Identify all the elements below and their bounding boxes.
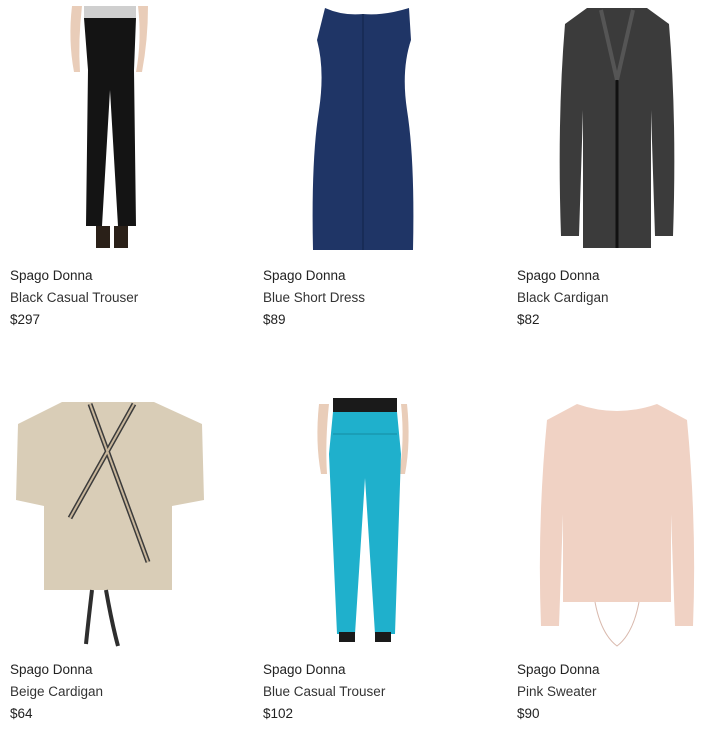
product-brand[interactable]: Spago Donna — [10, 268, 93, 283]
product-brand[interactable]: Spago Donna — [517, 268, 600, 283]
product-card[interactable]: Spago Donna Black Cardigan $82 — [517, 0, 702, 340]
product-brand[interactable]: Spago Donna — [10, 662, 93, 677]
product-image-turquoise-trouser[interactable] — [263, 394, 483, 652]
product-price: $102 — [263, 706, 294, 721]
product-price: $89 — [263, 312, 286, 327]
product-card[interactable]: Spago Donna Pink Sweater $90 — [517, 394, 702, 734]
product-name[interactable]: Black Cardigan — [517, 290, 609, 305]
product-name[interactable]: Black Casual Trouser — [10, 290, 138, 305]
product-brand[interactable]: Spago Donna — [263, 662, 346, 677]
product-price: $90 — [517, 706, 540, 721]
product-card[interactable]: Spago Donna Black Casual Trouser $297 — [10, 0, 230, 340]
product-name[interactable]: Blue Casual Trouser — [263, 684, 385, 699]
product-name[interactable]: Blue Short Dress — [263, 290, 365, 305]
product-image-black-cardigan[interactable] — [517, 0, 702, 258]
product-brand[interactable]: Spago Donna — [263, 268, 346, 283]
product-image-black-trouser[interactable] — [10, 0, 230, 258]
product-price: $297 — [10, 312, 41, 327]
product-name[interactable]: Pink Sweater — [517, 684, 597, 699]
product-card[interactable]: Spago Donna Blue Casual Trouser $102 — [263, 394, 483, 734]
product-image-beige-cardigan[interactable] — [10, 394, 230, 652]
product-name[interactable]: Beige Cardigan — [10, 684, 103, 699]
product-price: $64 — [10, 706, 33, 721]
product-grid: Spago Donna Black Casual Trouser $297 Sp… — [0, 0, 702, 732]
product-image-pink-sweater[interactable] — [517, 394, 702, 652]
product-card[interactable]: Spago Donna Beige Cardigan $64 — [10, 394, 230, 734]
product-card[interactable]: Spago Donna Blue Short Dress $89 — [263, 0, 483, 340]
product-brand[interactable]: Spago Donna — [517, 662, 600, 677]
product-image-blue-dress[interactable] — [263, 0, 483, 258]
product-price: $82 — [517, 312, 540, 327]
